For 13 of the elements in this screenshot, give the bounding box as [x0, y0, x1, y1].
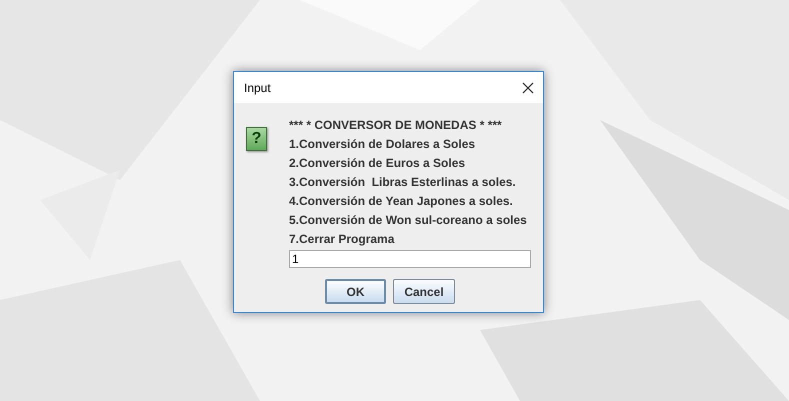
question-icon: ?: [246, 127, 267, 151]
message-line: 4.Conversión de Yean Japones a soles.: [289, 193, 514, 210]
cancel-button[interactable]: Cancel: [393, 279, 455, 304]
message-line: 2.Conversión de Euros a Soles: [289, 155, 466, 172]
message-line: *** * CONVERSOR DE MONEDAS * ***: [289, 117, 503, 134]
ok-button[interactable]: OK: [325, 279, 386, 304]
message-line: 7.Cerrar Programa: [289, 231, 396, 248]
message-line: 1.Conversión de Dolares a Soles: [289, 136, 476, 153]
close-icon[interactable]: [522, 82, 534, 94]
input-field[interactable]: 1: [289, 250, 531, 268]
message-line: 5.Conversión de Won sul-coreano a soles: [289, 212, 528, 229]
window-title: Input: [244, 80, 271, 94]
message-line: 3.Conversión Libras Esterlinas a soles.: [289, 174, 517, 191]
